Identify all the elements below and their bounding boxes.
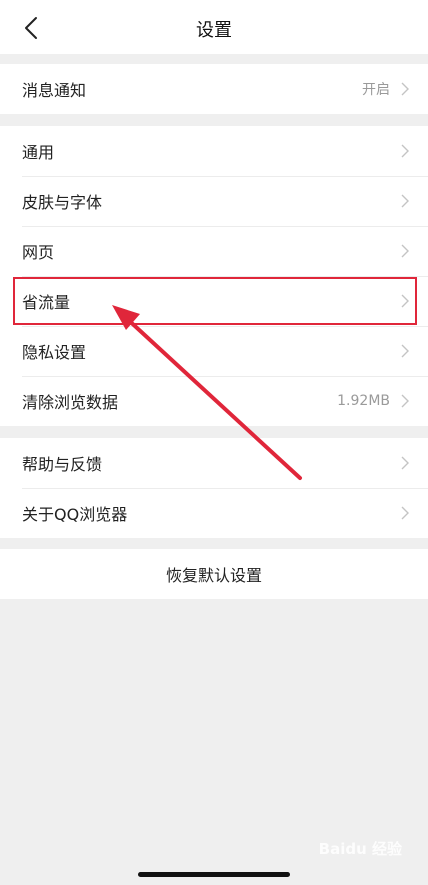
row-skin-font[interactable]: 皮肤与字体 [0,176,428,226]
restore-defaults-button[interactable]: 恢复默认设置 [0,549,428,599]
row-privacy[interactable]: 隐私设置 [0,326,428,376]
row-label: 帮助与反馈 [22,455,103,474]
row-label: 通用 [22,143,55,162]
row-general[interactable]: 通用 [0,126,428,176]
chevron-right-icon [401,506,409,520]
row-label: 关于QQ浏览器 [22,505,128,524]
row-help-feedback[interactable]: 帮助与反馈 [0,438,428,488]
page-title: 设置 [196,20,232,41]
chevron-right-icon [401,244,409,258]
row-webpage[interactable]: 网页 [0,226,428,276]
row-about[interactable]: 关于QQ浏览器 [0,488,428,538]
row-label: 皮肤与字体 [22,193,103,212]
row-label: 消息通知 [22,81,87,100]
watermark-logo: Baidu 经验 [318,840,402,858]
row-label: 省流量 [22,293,71,312]
navigation-bar: 设置 [0,0,428,54]
row-value: 1.92MB [337,393,390,409]
row-clear-data[interactable]: 清除浏览数据 1.92MB [0,376,428,426]
row-value: 开启 [362,82,390,98]
chevron-right-icon [401,456,409,470]
restore-defaults-label: 恢复默认设置 [165,566,262,585]
settings-group-notifications: 消息通知 开启 [0,64,428,114]
row-notifications[interactable]: 消息通知 开启 [0,64,428,114]
row-label: 清除浏览数据 [22,393,119,412]
row-save-data[interactable]: 省流量 [0,276,428,326]
chevron-right-icon [401,294,409,308]
row-label: 网页 [22,243,55,262]
chevron-right-icon [401,194,409,208]
settings-group-help: 帮助与反馈 关于QQ浏览器 [0,438,428,538]
chevron-right-icon [401,394,409,408]
chevron-right-icon [401,144,409,158]
chevron-right-icon [401,82,409,96]
row-label: 隐私设置 [22,343,87,362]
home-indicator[interactable] [138,872,290,877]
chevron-right-icon [401,344,409,358]
settings-group-main: 通用 皮肤与字体 网页 省流量 隐私设置 清除浏览数据 1.92MB [0,126,428,426]
